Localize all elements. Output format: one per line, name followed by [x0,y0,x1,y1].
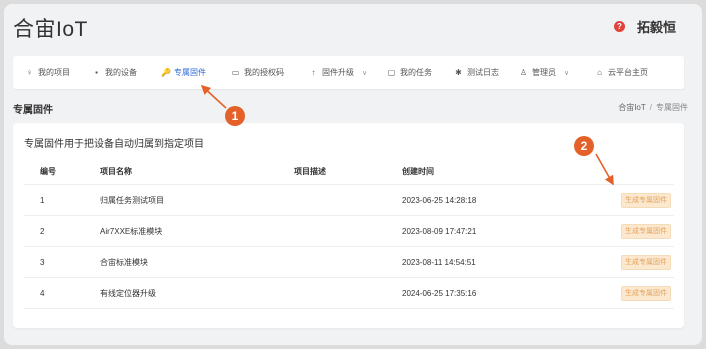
annotation-arrow-2 [595,153,614,186]
annotation-marker-2: 2 [574,136,594,156]
annotation-arrow-1 [200,84,227,109]
annotation-arrows [200,84,614,186]
annotation-marker-1: 1 [225,106,245,126]
app-window: 合宙IoT ? 拓毅恒 ♀ 我的项目 ▪ 我的设备 🔑 专属固件 ▭ 我的授权码… [4,4,702,345]
